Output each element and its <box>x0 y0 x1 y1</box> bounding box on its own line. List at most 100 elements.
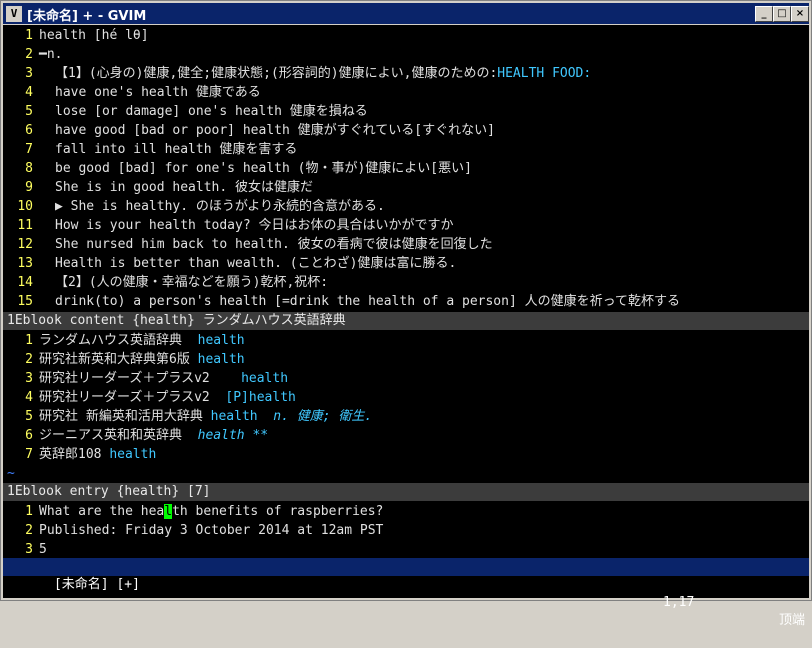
content-line[interactable]: 2 研究社新英和大辞典第6版 health <box>3 350 245 369</box>
minimize-button[interactable]: _ <box>755 6 773 22</box>
line-text: 【2】(人の健康・幸福などを願う)乾杯,祝杯: <box>55 275 329 290</box>
line-number: 4 <box>25 390 33 405</box>
line-text: How is your health today? 今日はお体の具合はいかがです… <box>55 218 454 233</box>
line-number: 2 <box>25 47 33 62</box>
line-number: 6 <box>25 428 33 443</box>
line-text: 5 <box>39 542 47 557</box>
editor-line[interactable]: 1 health [hé lθ] <box>3 26 149 45</box>
content-line[interactable]: 5 研究社 新編英和活用大辞典 health n. 健康; 衛生. <box>3 407 372 426</box>
dict-name: 英辞郎108 <box>39 447 110 462</box>
line-text: health [hé lθ] <box>39 28 149 43</box>
text-cursor: l <box>164 504 173 519</box>
content-line[interactable]: 3 研究社リーダーズ＋プラスv2 health <box>3 369 288 388</box>
dict-name: ジーニアス英和和英辞典 <box>39 428 198 443</box>
scroll-position: 顶端 <box>778 613 805 628</box>
line-number: 6 <box>25 123 33 138</box>
entry-line[interactable]: 2 Published: Friday 3 October 2014 at 12a… <box>3 521 383 540</box>
editor-line[interactable]: 8 be good [bad] for one's health (物・事が)健康… <box>3 159 472 178</box>
editor-line[interactable]: 4 have one's health 健康である <box>3 83 261 102</box>
line-number: 5 <box>25 409 33 424</box>
status-line-content[interactable]: 1Eblook content {health} ランダムハウス英語辞典 <box>3 312 809 330</box>
dict-word: health <box>210 409 274 424</box>
line-number: 3 <box>25 542 33 557</box>
line-number: 1 <box>25 504 33 519</box>
line-number: 3 <box>25 66 33 81</box>
status-text: 1Eblook entry {health} [7] <box>7 484 211 499</box>
line-number: 4 <box>25 85 33 100</box>
line-number: 7 <box>25 142 33 157</box>
line-text: fall into ill health 健康を害する <box>55 142 298 157</box>
editor-line[interactable]: 13 Health is better than wealth. (ことわざ)健康… <box>3 254 456 273</box>
line-text: lose [or damage] one's health 健康を損ねる <box>55 104 368 119</box>
window-title: [未命名] + - GVIM <box>27 9 147 24</box>
line-text: be good [bad] for one's health (物・事が)健康に… <box>55 161 472 176</box>
dict-name: 研究社リーダーズ＋プラスv2 <box>39 390 226 405</box>
status-text: 1Eblook content {health} ランダムハウス英語辞典 <box>7 313 346 328</box>
content-line[interactable]: 4 研究社リーダーズ＋プラスv2 [P]health <box>3 388 296 407</box>
line-text: ▶ She is healthy. のほうがより永続的含意がある. <box>55 199 385 214</box>
dict-word: health <box>197 333 245 348</box>
editor-line[interactable]: 3 【1】(心身の)健康,健全;健康状態;(形容詞的)健康によい,健康のための:H… <box>3 64 591 83</box>
gvim-window: V [未命名] + - GVIM _ □ × 1 health [hé lθ] 2… <box>0 0 812 628</box>
dict-word: health <box>109 447 157 462</box>
status-filename: [未命名] [+] <box>53 577 140 592</box>
line-text: drink(to) a person's health [=drink the … <box>55 294 680 309</box>
line-text: She nursed him back to health. 彼女の看病で彼は健… <box>55 237 493 252</box>
editor-line[interactable]: 12 She nursed him back to health. 彼女の看病で彼… <box>3 235 493 254</box>
editor-line[interactable]: 10 ▶ She is healthy. のほうがより永続的含意がある. <box>3 197 385 216</box>
editor-line[interactable]: 11 How is your health today? 今日はお体の具合はいかが… <box>3 216 454 235</box>
line-number: 13 <box>17 256 33 271</box>
editor-area[interactable]: 1 health [hé lθ] 2 ━n. 3 【1】(心身の)健康,健全;健康状態… <box>3 25 809 628</box>
editor-line[interactable]: 7 fall into ill health 健康を害する <box>3 140 297 159</box>
line-accent-text: HEALTH FOOD: <box>497 66 592 81</box>
editor-line[interactable]: 5 lose [or damage] one's health 健康を損ねる <box>3 102 368 121</box>
line-number: 10 <box>17 199 33 214</box>
maximize-button[interactable]: □ <box>773 6 791 22</box>
line-number: 2 <box>25 352 33 367</box>
entry-line[interactable]: 1 What are the health benefits of raspber… <box>3 502 383 521</box>
close-button[interactable]: × <box>791 6 809 22</box>
dict-word: health <box>197 352 245 367</box>
line-number: 12 <box>17 237 33 252</box>
line-text: She is in good health. 彼女は健康だ <box>55 180 314 195</box>
dict-name: 研究社リーダーズ＋プラスv2 <box>39 371 242 386</box>
title-bar[interactable]: V [未命名] + - GVIM _ □ × <box>3 3 809 24</box>
line-text: Published: Friday 3 October 2014 at 12am… <box>39 523 384 538</box>
line-number: 9 <box>25 180 33 195</box>
line-text: Health is better than wealth. (ことわざ)健康は富… <box>55 256 457 271</box>
line-number: 2 <box>25 523 33 538</box>
editor-line[interactable]: 14 【2】(人の健康・幸福などを願う)乾杯,祝杯: <box>3 273 328 292</box>
line-number: 15 <box>17 294 33 309</box>
line-number: 1 <box>25 28 33 43</box>
dict-word: [P]health <box>225 390 296 405</box>
line-number: 5 <box>25 104 33 119</box>
line-number: 1 <box>25 333 33 348</box>
dict-name: ランダムハウス英語辞典 <box>39 333 198 348</box>
content-line[interactable]: 1 ランダムハウス英語辞典 health <box>3 331 245 350</box>
dict-name: 研究社 新編英和活用大辞典 <box>39 409 211 424</box>
dict-extra: n. 健康; 衛生. <box>273 409 373 424</box>
line-text: have good [bad or poor] health 健康がすぐれている… <box>55 123 495 138</box>
empty-line-tilde: ~ <box>7 466 15 481</box>
line-number: 3 <box>25 371 33 386</box>
line-text: have one's health 健康である <box>55 85 261 100</box>
dict-name: 研究社新英和大辞典第6版 <box>39 352 198 367</box>
line-text: What are the hea <box>39 504 165 519</box>
status-line-main[interactable]: [未命名] [+] 1,17 顶端 <box>3 558 809 628</box>
line-number: 14 <box>17 275 33 290</box>
content-line[interactable]: 7 英辞郎108 health <box>3 445 156 464</box>
editor-line[interactable]: 9 She is in good health. 彼女は健康だ <box>3 178 313 197</box>
content-line[interactable]: 6 ジーニアス英和和英辞典 health ** <box>3 426 268 445</box>
editor-line[interactable]: 2 ━n. <box>3 45 62 64</box>
gvim-app-icon[interactable]: V <box>6 6 22 22</box>
entry-line[interactable]: 35 <box>3 540 47 559</box>
editor-line[interactable]: 6 have good [bad or poor] health 健康がすぐれてい… <box>3 121 495 140</box>
status-line-entry[interactable]: 1Eblook entry {health} [7] <box>3 483 809 501</box>
line-number: 7 <box>25 447 33 462</box>
dict-word: health <box>241 371 289 386</box>
editor-line[interactable]: 15 drink(to) a person's health [=drink th… <box>3 292 680 311</box>
dict-word: health ** <box>197 428 269 443</box>
line-text: th benefits of raspberries? <box>172 504 384 519</box>
line-text: 【1】(心身の)健康,健全;健康状態;(形容詞的)健康によい,健康のための: <box>55 66 498 81</box>
line-text: ━n. <box>39 47 63 62</box>
